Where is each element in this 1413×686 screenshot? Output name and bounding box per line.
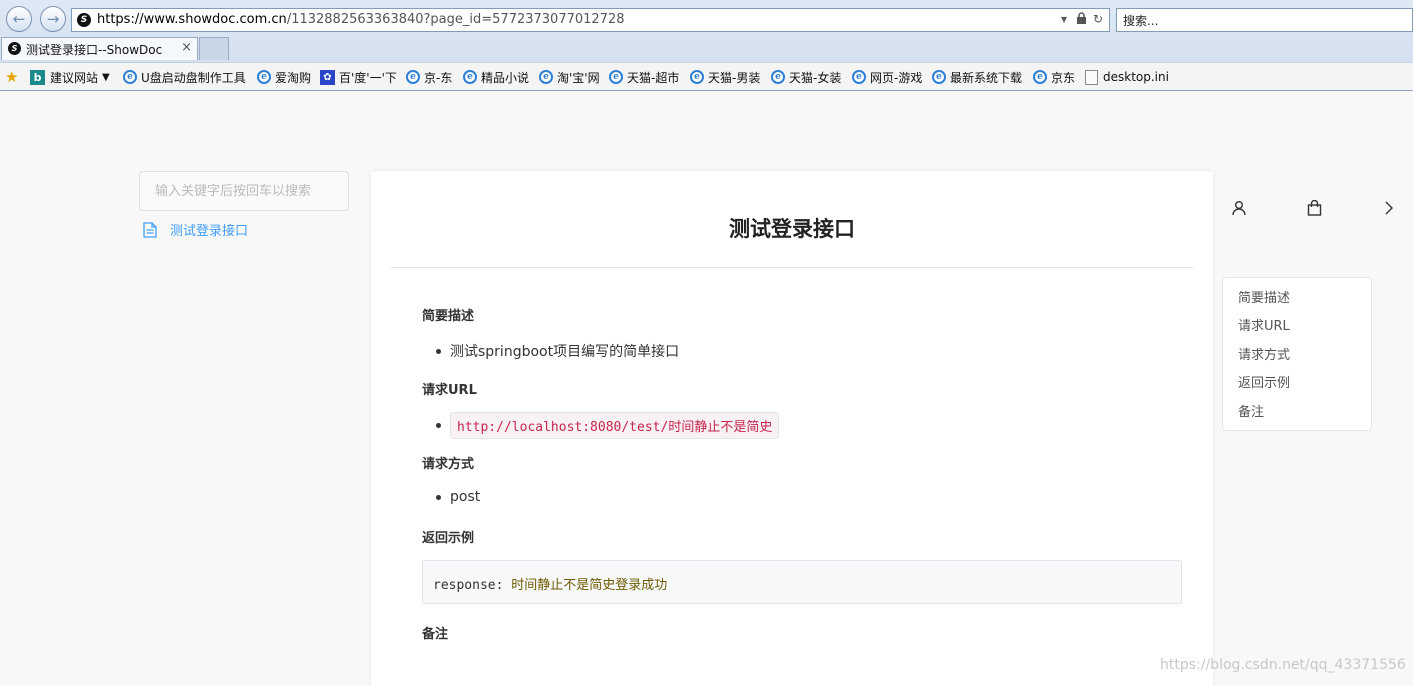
favorites-star-icon[interactable]: ★ [5, 68, 20, 86]
close-tab-icon[interactable]: × [181, 40, 192, 55]
catalog-search-input[interactable] [139, 171, 349, 211]
favorite-item-suggested-sites[interactable]: b 建议网站 ▼ [30, 68, 110, 86]
list-item-text: 测试springboot项目编写的简单接口 [450, 344, 680, 360]
doc-card: 测试登录接口 简要描述 测试springboot项目编写的简单接口 请求URL … [371, 171, 1213, 686]
navigation-bar: ← → S https://www.showdoc.com.cn/1132882… [0, 0, 1413, 36]
watermark: https://blog.csdn.net/qq_43371556 [1160, 657, 1406, 673]
favorite-label: 天猫-超市 [627, 70, 680, 85]
url-host: https://www.showdoc.com.cn [97, 12, 287, 27]
favorite-label: 京-东 [424, 70, 453, 85]
tab-active[interactable]: S 测试登录接口--ShowDoc × [1, 37, 198, 60]
bullet-dot [436, 423, 441, 428]
tab-title: 测试登录接口--ShowDoc [26, 43, 163, 57]
browser-search-box[interactable]: 搜索... [1116, 8, 1413, 32]
favorite-label: 建议网站 [50, 70, 99, 85]
favorite-item[interactable]: desktop.ini [1085, 68, 1169, 86]
favorite-item[interactable]: e U盘启动盘制作工具 [123, 68, 246, 86]
list-item: post [436, 489, 480, 505]
toc-item-summary[interactable]: 简要描述 [1223, 288, 1371, 316]
ie-icon: e [690, 70, 704, 84]
favorite-label: 天猫-女装 [789, 70, 842, 85]
list-item: 测试springboot项目编写的简单接口 [436, 341, 679, 361]
favorite-item[interactable]: e 最新系统下载 [932, 68, 1022, 86]
back-button[interactable]: ← [6, 6, 32, 32]
ie-icon: e [852, 70, 866, 84]
favorite-label: 天猫-男装 [708, 70, 761, 85]
site-favicon-icon: S [77, 13, 91, 27]
ie-icon: e [609, 70, 623, 84]
bag-icon[interactable] [1307, 199, 1322, 220]
favorite-label: 爱淘购 [275, 70, 312, 85]
new-tab-button[interactable] [199, 37, 229, 60]
sidebar-item-label: 测试登录接口 [170, 224, 249, 239]
favorite-item[interactable]: e 天猫-超市 [609, 68, 679, 86]
favorite-label: 百'度'一'下 [339, 70, 397, 85]
favorite-label: 最新系统下载 [950, 70, 1023, 85]
favorite-item[interactable]: e 精品小说 [463, 68, 529, 86]
list-item: http://localhost:8080/test/时间静止不是简史 [436, 412, 780, 439]
toc-item-request-url[interactable]: 请求URL [1223, 316, 1371, 344]
address-bar[interactable]: S https://www.showdoc.com.cn/11328825633… [71, 8, 1110, 32]
page-title: 测试登录接口 [729, 217, 855, 241]
ie-icon: e [406, 70, 420, 84]
code-value: 时间静止不是简史登录成功 [511, 578, 668, 593]
caret-down-icon: ▼ [102, 71, 110, 83]
address-url[interactable]: https://www.showdoc.com.cn/1132882563363… [97, 12, 625, 27]
refresh-icon[interactable]: ↻ [1093, 12, 1103, 26]
section-heading: 简要描述 [422, 309, 475, 324]
favorite-label: desktop.ini [1103, 70, 1169, 84]
toc-item-request-method[interactable]: 请求方式 [1223, 345, 1371, 373]
file-icon [1085, 69, 1098, 85]
favorite-item[interactable]: ✿ 百'度'一'下 [320, 68, 397, 86]
section-heading: 备注 [422, 627, 449, 642]
request-url-code: http://localhost:8080/test/时间静止不是简史 [450, 412, 780, 439]
toc-item-remarks[interactable]: 备注 [1223, 402, 1371, 430]
code-key: response: [433, 578, 504, 593]
ie-icon: e [463, 70, 477, 84]
favorite-item[interactable]: e 网页-游戏 [852, 68, 922, 86]
toc-item-response-example[interactable]: 返回示例 [1223, 373, 1371, 401]
section-heading: 请求方式 [422, 457, 475, 472]
section-heading: 返回示例 [422, 531, 475, 546]
favorite-label: 淘'宝'网 [557, 70, 600, 85]
favorite-label: 京东 [1051, 70, 1076, 85]
favorite-item[interactable]: e 京-东 [406, 68, 452, 86]
ie-icon: e [123, 70, 137, 84]
site-favicon-icon: S [8, 42, 21, 55]
bullet-dot [436, 494, 441, 500]
user-icon[interactable] [1232, 200, 1246, 220]
lock-icon[interactable] [1076, 12, 1087, 28]
document-icon [143, 221, 157, 238]
favorite-label: 网页-游戏 [870, 70, 923, 85]
favorite-label: U盘启动盘制作工具 [141, 70, 246, 85]
bullet-dot [436, 348, 441, 354]
bing-icon: b [30, 69, 45, 85]
ie-icon: e [1033, 70, 1047, 84]
title-divider [391, 267, 1193, 268]
favorite-item[interactable]: e 淘'宝'网 [539, 68, 600, 86]
response-code-block: response: 时间静止不是简史登录成功 [422, 560, 1182, 604]
favorite-label: 精品小说 [481, 70, 530, 85]
favorite-item[interactable]: e 爱淘购 [257, 68, 311, 86]
tab-bar: S 测试登录接口--ShowDoc × [0, 36, 1413, 60]
browser-chrome: ← → S https://www.showdoc.com.cn/1132882… [0, 0, 1413, 91]
favorite-item[interactable]: e 天猫-女装 [771, 68, 841, 86]
ie-icon: e [771, 70, 785, 84]
list-item-text: post [450, 489, 481, 505]
baidu-paw-icon: ✿ [320, 69, 335, 85]
sidebar-item-test-login-api[interactable]: 测试登录接口 [143, 220, 248, 239]
url-path: /1132882563363840?page_id=57723730770127… [286, 12, 625, 27]
forward-button[interactable]: → [40, 6, 66, 32]
favorite-item[interactable]: e 天猫-男装 [690, 68, 760, 86]
table-of-contents: 简要描述 请求URL 请求方式 返回示例 备注 [1222, 277, 1372, 431]
ie-icon: e [932, 70, 946, 84]
section-heading: 请求URL [422, 383, 477, 398]
dropdown-arrow-icon[interactable]: ▾ [1061, 12, 1067, 26]
favorite-item[interactable]: e 京东 [1033, 68, 1075, 86]
favorites-bar: ★ b 建议网站 ▼ e U盘启动盘制作工具 e 爱淘购 ✿ 百'度'一'下 e… [0, 62, 1413, 90]
ie-icon: e [257, 70, 271, 84]
ie-icon: e [539, 70, 553, 84]
chevron-right-icon[interactable] [1384, 200, 1394, 220]
